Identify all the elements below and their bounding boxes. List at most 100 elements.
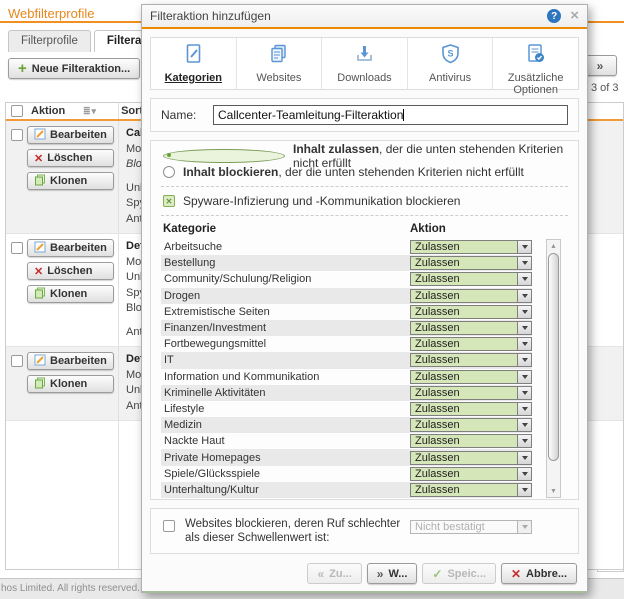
dropdown-arrow-icon[interactable] xyxy=(517,403,531,415)
category-row: Kriminelle AktivitätenZulassen xyxy=(161,385,532,401)
row-checkbox[interactable] xyxy=(11,129,23,141)
new-filteraction-button[interactable]: + Neue Filteraktion... xyxy=(8,58,140,79)
close-icon[interactable]: × xyxy=(570,9,579,23)
dropdown-arrow-icon[interactable] xyxy=(517,387,531,399)
chevrons-right-icon: » xyxy=(377,567,384,581)
select-all-checkbox[interactable] xyxy=(11,105,23,117)
löschen-button[interactable]: ✕Löschen xyxy=(27,262,114,280)
clone-icon xyxy=(34,377,46,392)
dropdown-arrow-icon[interactable] xyxy=(517,257,531,269)
button-label: Bearbeiten xyxy=(50,129,107,141)
dropdown-arrow-icon[interactable] xyxy=(517,435,531,447)
bearbeiten-button[interactable]: Bearbeiten xyxy=(27,239,114,257)
row-checkbox[interactable] xyxy=(11,355,23,367)
category-row: Unterhaltung/KulturZulassen xyxy=(161,482,532,498)
select-value: Zulassen xyxy=(411,484,517,496)
column-menu-icon[interactable]: ≣▾ xyxy=(83,106,97,117)
pager-next-button[interactable]: » xyxy=(583,55,617,76)
back-button[interactable]: « Zu... xyxy=(307,563,361,584)
radio-unselected-icon[interactable] xyxy=(163,166,175,178)
löschen-button[interactable]: ✕Löschen xyxy=(27,149,114,167)
category-action-select[interactable]: Zulassen xyxy=(410,289,532,303)
category-action-select[interactable]: Zulassen xyxy=(410,434,532,448)
klonen-button[interactable]: Klonen xyxy=(27,285,114,303)
reputation-select[interactable]: Nicht bestätigt xyxy=(410,520,532,534)
category-action-select[interactable]: Zulassen xyxy=(410,386,532,400)
tab-label: Zusätzliche Optionen xyxy=(497,72,575,96)
radio-selected-icon[interactable] xyxy=(163,149,285,163)
dropdown-arrow-icon[interactable] xyxy=(517,273,531,285)
name-input[interactable]: Callcenter-Teamleitung-Filteraktion xyxy=(213,105,568,125)
dropdown-arrow-icon[interactable] xyxy=(517,354,531,366)
category-action-select[interactable]: Zulassen xyxy=(410,256,532,270)
dropdown-arrow-icon[interactable] xyxy=(517,452,531,464)
button-label: Klonen xyxy=(50,288,87,300)
category-label: Extremistische Seiten xyxy=(164,306,410,318)
scrollbar-thumb[interactable] xyxy=(548,253,559,461)
name-section: Name: Callcenter-Teamleitung-Filteraktio… xyxy=(150,98,579,132)
vertical-scrollbar[interactable]: ▲ ▼ xyxy=(546,239,561,498)
bearbeiten-button[interactable]: Bearbeiten xyxy=(27,352,114,370)
dropdown-arrow-icon[interactable] xyxy=(517,338,531,350)
column-divider xyxy=(118,103,119,569)
dialog-titlebar: Filteraktion hinzufügen ? × xyxy=(142,5,587,29)
dropdown-arrow-icon[interactable] xyxy=(517,419,531,431)
dropdown-arrow-icon[interactable] xyxy=(517,371,531,383)
edit-icon xyxy=(34,354,46,369)
checked-checkbox-icon[interactable]: ✕ xyxy=(163,195,175,207)
tab-filterprofile[interactable]: Filterprofile xyxy=(8,30,91,52)
delete-icon: ✕ xyxy=(34,265,43,278)
spyware-checkbox-row[interactable]: ✕ Spyware-Infizierung und -Kommunikation… xyxy=(161,193,568,209)
category-label: Community/Schulung/Religion xyxy=(164,273,410,285)
category-row: Finanzen/InvestmentZulassen xyxy=(161,320,532,336)
tab-antivirus[interactable]: S Antivirus xyxy=(408,38,494,89)
category-action-select[interactable]: Zulassen xyxy=(410,305,532,319)
category-action-select[interactable]: Zulassen xyxy=(410,467,532,481)
dropdown-arrow-icon[interactable] xyxy=(517,468,531,480)
category-action-select[interactable]: Zulassen xyxy=(410,451,532,465)
cancel-button[interactable]: ✕ Abbre... xyxy=(501,563,577,584)
downloads-icon xyxy=(354,43,375,69)
text-caret xyxy=(403,109,404,121)
tab-downloads[interactable]: Downloads xyxy=(322,38,408,89)
next-label: W... xyxy=(388,568,407,580)
separator xyxy=(161,186,568,187)
next-button[interactable]: » W... xyxy=(367,563,418,584)
category-action-select[interactable]: Zulassen xyxy=(410,353,532,367)
tab-zusaetzliche-optionen[interactable]: Zusätzliche Optionen xyxy=(493,38,578,89)
scroll-down-icon[interactable]: ▼ xyxy=(547,485,560,497)
row-checkbox[interactable] xyxy=(11,242,23,254)
help-icon[interactable]: ? xyxy=(547,9,561,23)
category-label: Fortbewegungsmittel xyxy=(164,338,410,350)
separator xyxy=(161,215,568,216)
tab-kategorien[interactable]: Kategorien xyxy=(151,38,237,89)
category-label: Private Homepages xyxy=(164,452,410,464)
dropdown-arrow-icon[interactable] xyxy=(517,290,531,302)
block-content-radio-row[interactable]: Inhalt blockieren, der die unten stehend… xyxy=(161,164,568,180)
tab-websites[interactable]: Websites xyxy=(237,38,323,89)
dropdown-arrow-icon[interactable] xyxy=(517,241,531,253)
new-filteraction-label: Neue Filteraktion... xyxy=(32,63,130,75)
klonen-button[interactable]: Klonen xyxy=(27,172,114,190)
klonen-button[interactable]: Klonen xyxy=(27,375,114,393)
bearbeiten-button[interactable]: Bearbeiten xyxy=(27,126,114,144)
category-action-select[interactable]: Zulassen xyxy=(410,321,532,335)
dropdown-arrow-icon[interactable] xyxy=(517,322,531,334)
category-action-select[interactable]: Zulassen xyxy=(410,483,532,497)
category-label: Finanzen/Investment xyxy=(164,322,410,334)
dropdown-arrow-icon[interactable] xyxy=(517,306,531,318)
category-action-select[interactable]: Zulassen xyxy=(410,402,532,416)
dropdown-arrow-icon[interactable] xyxy=(517,484,531,496)
allow-content-radio-row[interactable]: Inhalt zulassen, der die unten stehenden… xyxy=(161,148,568,164)
save-button[interactable]: ✓ Speic... xyxy=(422,563,496,584)
reputation-checkbox[interactable] xyxy=(163,520,175,532)
scroll-up-icon[interactable]: ▲ xyxy=(547,240,560,252)
category-action-select[interactable]: Zulassen xyxy=(410,240,532,254)
category-label: Arbeitsuche xyxy=(164,241,410,253)
category-action-select[interactable]: Zulassen xyxy=(410,272,532,286)
reputation-section: Websites blockieren, deren Ruf schlechte… xyxy=(150,508,579,554)
category-action-select[interactable]: Zulassen xyxy=(410,418,532,432)
select-value: Zulassen xyxy=(411,273,517,285)
category-action-select[interactable]: Zulassen xyxy=(410,337,532,351)
category-action-select[interactable]: Zulassen xyxy=(410,370,532,384)
